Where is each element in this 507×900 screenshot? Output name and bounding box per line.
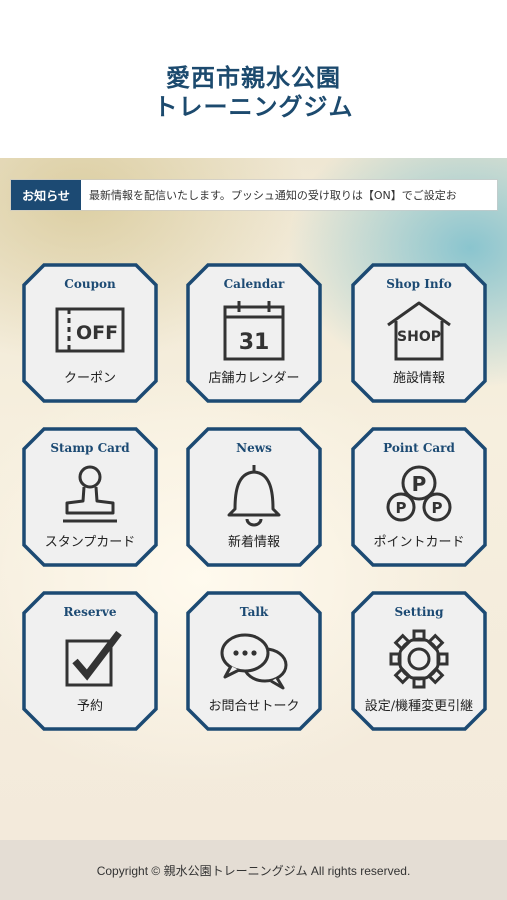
tile-label-ja: 予約 bbox=[76, 699, 103, 714]
notice-badge: お知らせ bbox=[11, 180, 81, 210]
gear-icon bbox=[389, 629, 449, 689]
app-title-line-2: トレーニングジム bbox=[153, 93, 354, 121]
menu-tile-talk[interactable]: Talk お問合せトーク bbox=[186, 591, 322, 731]
menu-tile-reserve[interactable]: Reserve 予約 bbox=[22, 591, 158, 731]
menu-tile-shop-info[interactable]: Shop Info SHOP 施設情報 bbox=[351, 263, 487, 403]
checkbox-icon bbox=[65, 630, 122, 687]
point-icon-text: P bbox=[432, 499, 443, 517]
menu-tile-setting[interactable]: Setting 設定/機種変更引継 bbox=[351, 591, 487, 731]
notice-bar[interactable]: お知らせ 最新情報を配信いたします。プッシュ通知の受け取りは【ON】でご設定お bbox=[11, 180, 497, 210]
tile-label-en: News bbox=[236, 441, 272, 455]
shop-icon: SHOP bbox=[387, 301, 451, 361]
tile-label-en: Stamp Card bbox=[50, 441, 130, 455]
calendar-icon-text: 31 bbox=[239, 330, 270, 355]
tile-label-en: Reserve bbox=[63, 605, 117, 619]
menu-tile-calendar[interactable]: Calendar 31 店舗カレンダー bbox=[186, 263, 322, 403]
menu-tile-coupon[interactable]: Coupon OFF クーポン bbox=[22, 263, 158, 403]
bell-icon bbox=[227, 465, 281, 527]
menu-tile-stamp-card[interactable]: Stamp Card スタンプカード bbox=[22, 427, 158, 567]
notice-marquee-text: 最新情報を配信いたします。プッシュ通知の受け取りは【ON】でご設定お bbox=[81, 180, 497, 210]
app-header: 愛西市親水公園 トレーニングジム bbox=[0, 0, 507, 158]
tile-label-en: Setting bbox=[394, 605, 444, 619]
footer: Copyright © 親水公園トレーニングジム All rights rese… bbox=[0, 840, 507, 900]
tile-label-ja: 施設情報 bbox=[392, 371, 445, 386]
tile-label-ja: スタンプカード bbox=[44, 535, 136, 550]
main-area: お知らせ 最新情報を配信いたします。プッシュ通知の受け取りは【ON】でご設定お … bbox=[0, 158, 507, 840]
shop-icon-text: SHOP bbox=[397, 329, 441, 345]
app-title-line-1: 愛西市親水公園 bbox=[166, 64, 341, 92]
chat-bubbles-icon bbox=[220, 633, 288, 690]
menu-tile-news[interactable]: News 新着情報 bbox=[186, 427, 322, 567]
copyright-text: Copyright © 親水公園トレーニングジム All rights rese… bbox=[96, 863, 411, 878]
point-card-icon: P P P bbox=[386, 465, 452, 522]
tile-label-en: Talk bbox=[239, 605, 269, 619]
tile-label-ja: ポイントカード bbox=[373, 535, 465, 550]
tile-label-ja: 店舗カレンダー bbox=[208, 371, 300, 386]
tile-label-en: Point Card bbox=[383, 441, 455, 455]
tile-label-ja: 新着情報 bbox=[227, 535, 280, 550]
stamp-icon bbox=[63, 465, 117, 523]
menu-tile-point-card[interactable]: Point Card P P P ポイントカード bbox=[351, 427, 487, 567]
tile-label-ja: 設定/機種変更引継 bbox=[364, 699, 474, 714]
coupon-icon-text: OFF bbox=[76, 322, 118, 344]
tile-label-en: Shop Info bbox=[386, 277, 452, 291]
point-icon-text: P bbox=[396, 499, 407, 517]
tile-label-ja: お問合せトーク bbox=[208, 699, 300, 714]
tile-label-ja: クーポン bbox=[63, 371, 116, 386]
point-icon-text: P bbox=[412, 472, 427, 496]
tile-label-en: Calendar bbox=[223, 277, 285, 291]
coupon-icon: OFF bbox=[55, 307, 125, 353]
tile-label-en: Coupon bbox=[64, 277, 116, 291]
calendar-icon: 31 bbox=[223, 301, 285, 361]
